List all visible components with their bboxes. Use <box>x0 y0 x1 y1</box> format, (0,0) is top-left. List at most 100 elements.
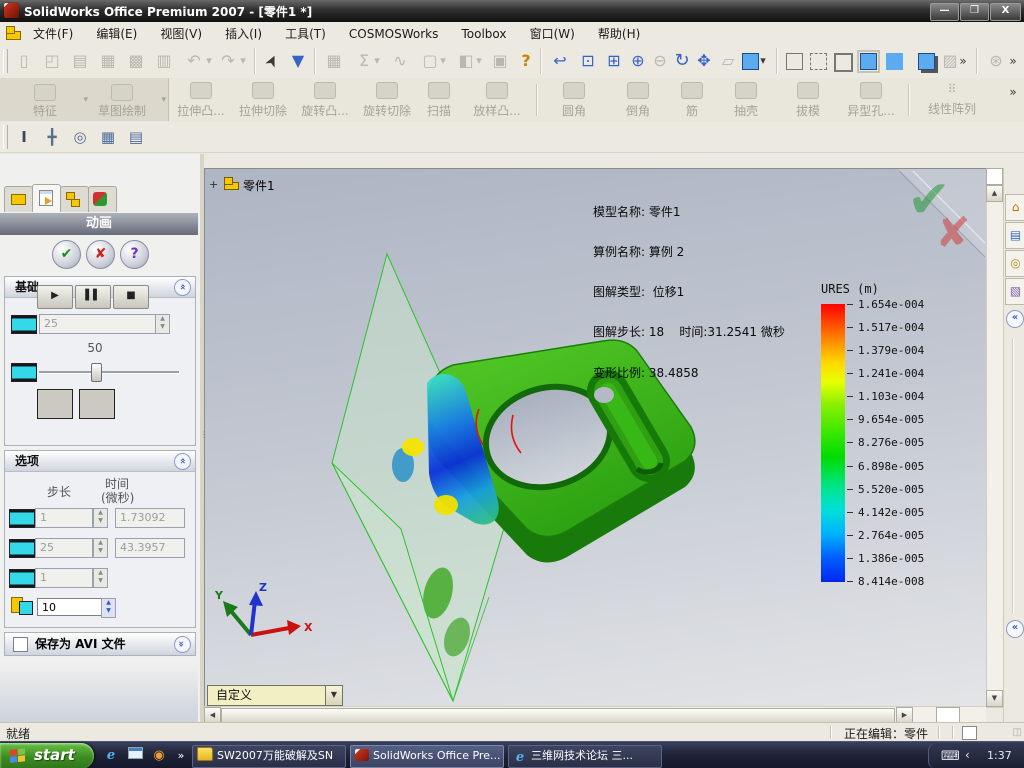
speed-slider-track[interactable] <box>39 371 179 374</box>
zoom-fit-icon[interactable]: ⊡ <box>576 49 600 73</box>
hole-wizard-button[interactable]: 异型孔... <box>840 81 902 119</box>
graphics-viewport[interactable]: ✔ ✘ X Y Z + 零件1 模型名称: 零件1 算例名称: 算例 2 图解类… <box>204 168 987 707</box>
rib-button[interactable]: 筋 <box>670 81 714 119</box>
list-icon[interactable]: ▣ <box>488 49 512 73</box>
options-group-header[interactable]: 选项 « <box>5 451 195 472</box>
menu-edit[interactable]: 编辑(E) <box>87 22 146 44</box>
shaded-with-edges-icon[interactable] <box>857 50 880 73</box>
menu-help[interactable]: 帮助(H) <box>589 22 649 44</box>
shadows-icon[interactable] <box>918 53 935 70</box>
features-overflow-icon[interactable]: » <box>1008 80 1018 104</box>
save-icon[interactable]: ▤ <box>68 49 92 73</box>
speed-slider-thumb[interactable] <box>91 363 102 382</box>
chamfer-button[interactable]: 倒角 <box>610 81 666 119</box>
open-icon[interactable]: ◰ <box>40 49 64 73</box>
make-assembly-icon[interactable]: ▩ <box>124 49 148 73</box>
pan-icon[interactable]: ✥ <box>692 49 716 73</box>
corner-cancel-icon[interactable]: ✘ <box>935 208 970 257</box>
design-library-tab[interactable]: ▤ <box>1005 222 1024 249</box>
make-drawing-icon[interactable]: ▦ <box>96 49 120 73</box>
resize-grip-icon[interactable]: ◫ <box>1013 727 1022 738</box>
features-tab[interactable]: 特征 ▾ <box>12 83 88 118</box>
tray-clock[interactable]: 1:37 <box>987 749 1012 762</box>
avi-group-header[interactable]: 保存为 AVI 文件 « <box>4 632 196 656</box>
expand-avi-icon[interactable]: « <box>174 636 191 653</box>
close-button[interactable]: X <box>990 3 1021 21</box>
cosmos-mesh2-icon[interactable]: ▤ <box>124 125 148 149</box>
toolbar-overflow2-icon[interactable]: » <box>1008 49 1018 73</box>
standard-views-dropdown-icon[interactable]: ▾ <box>758 49 768 73</box>
undo-icon[interactable]: ↶ <box>182 49 206 73</box>
taskpane-collapse-bottom-icon[interactable]: « <box>1006 620 1024 638</box>
cosmos-mesh-icon[interactable]: ▦ <box>96 125 120 149</box>
play-button[interactable]: ▶ <box>37 285 73 309</box>
menu-tools[interactable]: 工具(T) <box>276 22 335 44</box>
select-icon[interactable]: ➤ <box>256 45 288 77</box>
spline-icon[interactable]: ∿ <box>388 49 412 73</box>
undo-dropdown-icon[interactable]: ▾ <box>204 49 214 73</box>
viewport-vscrollbar[interactable]: ▲ ▼ <box>986 168 1004 708</box>
linear-pattern-button[interactable]: ⠿ 线性阵列 <box>916 81 988 119</box>
configurationmanager-tab[interactable] <box>60 186 89 212</box>
file-explorer-tab[interactable]: ◎ <box>1005 250 1024 277</box>
increment-spinner[interactable]: ▲ ▼ <box>93 568 108 588</box>
zoom-inout-icon[interactable]: ⊕ <box>626 49 650 73</box>
cosmos-bearing-icon[interactable]: ◎ <box>68 125 92 149</box>
fps-input[interactable] <box>37 598 103 616</box>
taskbar-item-browser[interactable]: e 三维网技术论坛 三... <box>508 745 662 768</box>
tree-expand-icon[interactable]: + <box>209 178 218 191</box>
start-button[interactable]: start <box>0 743 94 768</box>
start-time-field[interactable]: 1.73092 <box>115 508 185 528</box>
quicklaunch-ie-icon[interactable]: e <box>102 747 120 765</box>
toolbar-overflow-icon[interactable]: » <box>958 49 968 73</box>
hscroll-thumb[interactable] <box>221 708 895 723</box>
ok-button[interactable]: ✔ <box>52 240 81 269</box>
taskbar-item-folder[interactable]: SW2007万能破解及SN <box>192 745 346 768</box>
extrude-boss-button[interactable]: 拉伸凸... <box>170 81 232 119</box>
end-time-field[interactable]: 43.3957 <box>115 538 185 558</box>
menu-window[interactable]: 窗口(W) <box>521 22 584 44</box>
ime-keyboard-icon[interactable]: ⌨ <box>941 749 960 764</box>
stop-button[interactable]: ■ <box>113 285 149 309</box>
solidworks-resources-tab[interactable]: ⌂ <box>1005 194 1024 221</box>
panel-help-button[interactable]: ? <box>120 240 149 269</box>
restore-button[interactable]: ❐ <box>960 3 989 21</box>
orientation-combo[interactable]: 自定义 <box>207 685 333 706</box>
taskbar-item-solidworks[interactable]: SolidWorks Office Pre... <box>350 745 504 768</box>
hidden-lines-visible-icon[interactable] <box>810 53 827 70</box>
start-step-spinner[interactable]: ▲ ▼ <box>93 508 108 528</box>
selection-filter-icon[interactable]: ▼ <box>286 49 310 73</box>
print-icon[interactable]: ▥ <box>152 49 176 73</box>
cosmosworks-manager-tab[interactable] <box>88 186 117 212</box>
quicklaunch-overflow-icon[interactable]: » <box>172 747 190 765</box>
minimize-button[interactable]: — <box>930 3 959 21</box>
revolve-cut-button[interactable]: 旋转切除 <box>356 81 418 119</box>
extrude-cut-button[interactable]: 拉伸切除 <box>232 81 294 119</box>
menu-toolbox[interactable]: Toolbox <box>452 24 515 46</box>
panels-dropdown-icon[interactable]: ▾ <box>474 49 484 73</box>
revolve-boss-button[interactable]: 旋转凸... <box>294 81 356 119</box>
sketch-tab[interactable]: 草图绘制 ▾ <box>86 83 166 118</box>
shell-button[interactable]: 抽壳 <box>718 81 774 119</box>
view-speed-icon[interactable]: ⊛ <box>984 49 1008 73</box>
new-icon[interactable]: ▯ <box>12 49 36 73</box>
sweep-button[interactable]: 扫描 <box>414 81 464 119</box>
fps-spinner[interactable]: ▲ ▼ <box>101 598 116 618</box>
menu-file[interactable]: 文件(F) <box>24 22 82 44</box>
vscroll-down-icon[interactable]: ▼ <box>986 690 1003 707</box>
rotate-view-icon[interactable]: ↻ <box>670 49 694 73</box>
zoom-area-icon[interactable]: ⊞ <box>602 49 626 73</box>
fillet-button[interactable]: 圆角 <box>546 81 602 119</box>
frames-field[interactable]: 25 <box>39 314 157 334</box>
cosmos-beam-icon[interactable]: I <box>12 125 36 149</box>
increment-field[interactable]: 1 <box>35 568 93 588</box>
menu-view[interactable]: 视图(V) <box>151 22 211 44</box>
pause-button[interactable]: ▌▌ <box>75 285 111 309</box>
view-palette-tab[interactable]: ▧ <box>1005 278 1024 305</box>
viewport-hscrollbar[interactable]: ◀ ▶ <box>204 706 986 724</box>
ref-view-icon[interactable]: ▱ <box>716 49 740 73</box>
menu-cosmosworks[interactable]: COSMOSWorks <box>340 24 448 46</box>
tree-part-label[interactable]: 零件1 <box>243 177 275 194</box>
loft-button[interactable]: 放样凸... <box>466 81 528 119</box>
feature-cube-dropdown-icon[interactable]: ▾ <box>438 49 448 73</box>
